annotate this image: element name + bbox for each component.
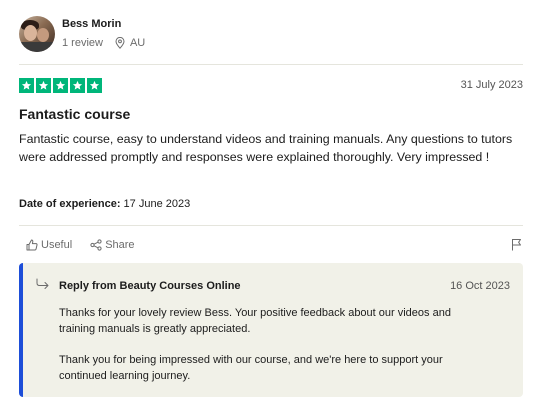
report-flag-button[interactable] bbox=[511, 238, 522, 256]
date-of-experience: Date of experience: 17 June 2023 bbox=[19, 198, 190, 210]
avatar[interactable] bbox=[19, 16, 55, 52]
star-icon bbox=[36, 78, 51, 93]
review-title[interactable]: Fantastic course bbox=[19, 106, 130, 122]
review-actions: Useful Share bbox=[26, 239, 153, 251]
reviewer-info: Bess Morin 1 review AU bbox=[62, 17, 145, 50]
share-label: Share bbox=[105, 239, 135, 251]
reply-paragraph-2: Thank you for being impressed with our c… bbox=[59, 354, 443, 382]
reply-author: Reply from Beauty Courses Online bbox=[59, 280, 241, 292]
experience-label: Date of experience: bbox=[19, 198, 121, 210]
reviewer-country: AU bbox=[129, 36, 146, 49]
review-count: 1 review bbox=[62, 36, 103, 49]
review-date: 31 July 2023 bbox=[460, 79, 523, 91]
review-card: Bess Morin 1 review AU 31 July 2023 Fant… bbox=[19, 0, 523, 415]
review-body: Fantastic course, easy to understand vid… bbox=[19, 132, 513, 164]
location-pin-icon bbox=[115, 37, 125, 49]
reviewer-meta: 1 review AU bbox=[62, 37, 145, 50]
star-icon bbox=[19, 78, 34, 93]
experience-date: 17 June 2023 bbox=[123, 198, 191, 210]
useful-button[interactable]: Useful bbox=[26, 239, 72, 251]
star-icon bbox=[87, 78, 102, 93]
reply-paragraph-1: Thanks for your lovely review Bess. Your… bbox=[59, 307, 451, 335]
reviewer-location: AU bbox=[115, 37, 145, 50]
star-icon bbox=[53, 78, 68, 93]
useful-label: Useful bbox=[41, 239, 73, 251]
reply-date: 16 Oct 2023 bbox=[450, 280, 510, 292]
flag-icon bbox=[512, 239, 521, 251]
share-icon bbox=[90, 239, 102, 251]
reply-arrow-icon bbox=[36, 278, 49, 289]
actions-divider bbox=[19, 225, 523, 226]
thumbs-up-icon bbox=[26, 239, 38, 251]
company-reply: Reply from Beauty Courses Online 16 Oct … bbox=[19, 263, 523, 397]
reviewer-header: Bess Morin 1 review AU bbox=[19, 16, 145, 52]
share-button[interactable]: Share bbox=[90, 239, 135, 251]
star-icon bbox=[70, 78, 85, 93]
header-divider bbox=[19, 64, 523, 65]
star-rating bbox=[19, 78, 104, 93]
reviewer-name[interactable]: Bess Morin bbox=[62, 17, 145, 31]
